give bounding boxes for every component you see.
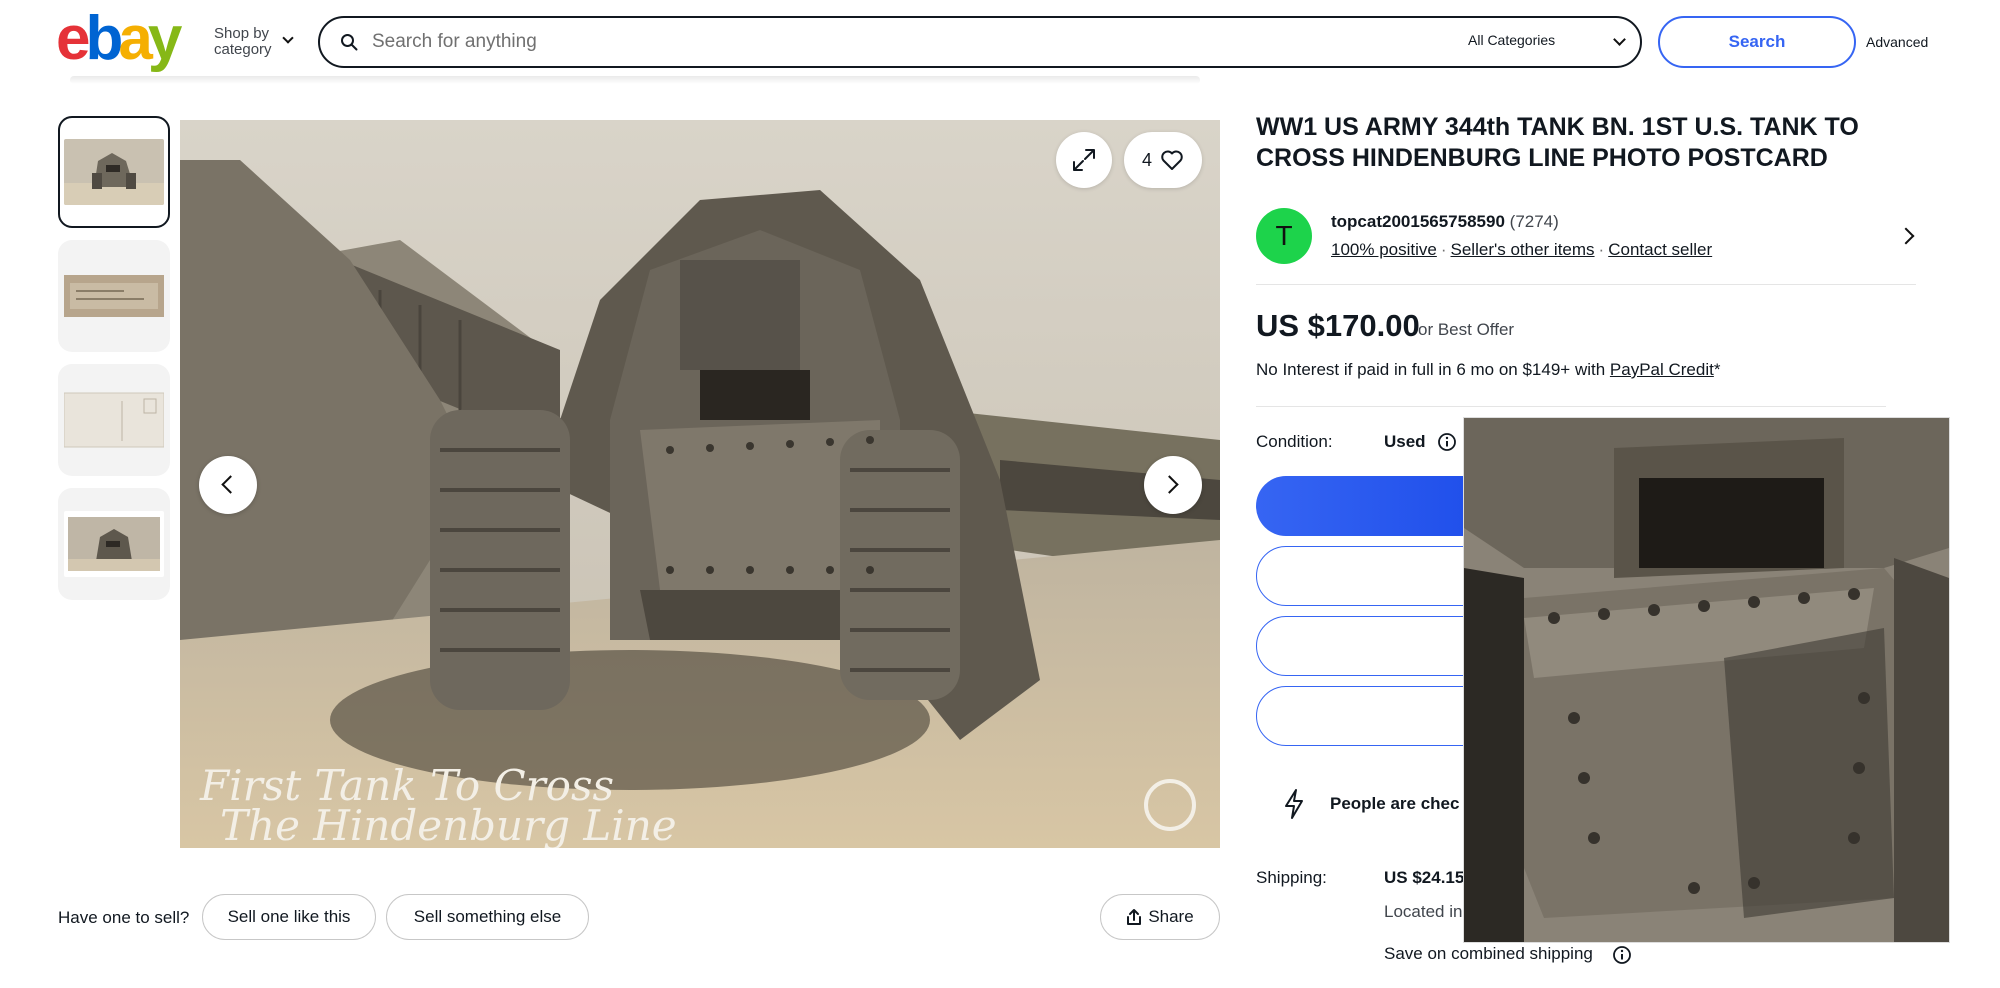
share-button[interactable]: Share xyxy=(1100,894,1220,940)
thumbnail-image xyxy=(64,511,164,577)
info-icon[interactable] xyxy=(1437,432,1457,452)
listing-title: WW1 US ARMY 344th TANK BN. 1ST U.S. TANK… xyxy=(1256,113,1859,172)
separator-dot: · xyxy=(1440,240,1447,259)
expand-image-button[interactable] xyxy=(1056,132,1112,188)
chevron-right-icon[interactable] xyxy=(1897,227,1915,245)
main-product-image[interactable]: First Tank To Cross The Hindenburg Line xyxy=(180,120,1220,848)
sell-something-else-button[interactable]: Sell something else xyxy=(386,894,589,940)
chevron-left-icon xyxy=(221,475,240,494)
share-label: Share xyxy=(1148,907,1194,926)
contact-seller-link[interactable]: Contact seller xyxy=(1608,240,1712,259)
financing-text: No Interest if paid in full in 6 mo on $… xyxy=(1256,360,1610,379)
financing-offer: No Interest if paid in full in 6 mo on $… xyxy=(1256,360,1720,380)
divider xyxy=(1256,284,1916,285)
image-zoom-overlay xyxy=(1464,418,1949,942)
item-price: US $170.00 xyxy=(1256,308,1420,343)
search-input[interactable] xyxy=(372,26,1372,58)
shipping-label: Shipping: xyxy=(1256,868,1327,887)
chevron-down-icon xyxy=(282,32,294,44)
chevron-down-icon xyxy=(1613,33,1626,46)
sellers-other-items-link[interactable]: Seller's other items xyxy=(1451,240,1595,259)
share-icon xyxy=(1127,909,1142,925)
item-location: Located in xyxy=(1384,902,1463,921)
info-icon[interactable] xyxy=(1612,945,1632,965)
chevron-right-icon xyxy=(1160,475,1179,494)
thumbnail-3[interactable] xyxy=(58,364,170,476)
condition-value: Used xyxy=(1384,432,1426,451)
divider xyxy=(1256,406,1886,407)
heart-icon xyxy=(1161,150,1183,170)
watch-button[interactable]: 4 xyxy=(1124,132,1202,188)
sell-one-like-this-button[interactable]: Sell one like this xyxy=(202,894,376,940)
shop-by-category-button[interactable]: Shop by category xyxy=(214,25,294,58)
advanced-search-link[interactable]: Advanced xyxy=(1866,34,1928,50)
seller-feedback-count[interactable]: (7274) xyxy=(1510,212,1559,231)
seller-name[interactable]: topcat2001565758590 (7274) xyxy=(1331,212,1559,232)
search-bar: All Categories xyxy=(318,16,1642,68)
next-image-button[interactable] xyxy=(1144,456,1202,514)
thumbnail-4[interactable] xyxy=(58,488,170,600)
positive-feedback-link[interactable]: 100% positive xyxy=(1331,240,1437,259)
expand-icon xyxy=(1073,149,1095,171)
search-icon xyxy=(341,34,358,51)
seller-avatar[interactable]: T xyxy=(1256,208,1312,264)
thumbnail-1[interactable] xyxy=(58,116,170,228)
seller-username[interactable]: topcat2001565758590 xyxy=(1331,212,1505,231)
combined-shipping-note: Save on combined shipping xyxy=(1384,944,1593,963)
best-offer-label: or Best Offer xyxy=(1418,320,1515,339)
photo-caption-line2: The Hindenburg Line xyxy=(220,801,677,848)
shop-by-label: Shop by xyxy=(214,25,270,42)
financing-asterisk: * xyxy=(1713,360,1721,379)
lightning-icon xyxy=(1285,789,1303,819)
category-select[interactable]: All Categories xyxy=(1468,32,1555,48)
people-checking-notice: People are chec xyxy=(1330,794,1460,813)
seller-links: 100% positive · Seller's other items · Conta… xyxy=(1331,240,1712,260)
header-divider xyxy=(70,76,1200,84)
thumbnail-image xyxy=(64,275,164,317)
thumbnail-2[interactable] xyxy=(58,240,170,352)
thumbnail-image xyxy=(64,392,164,448)
watch-count: 4 xyxy=(1141,149,1152,170)
tank-photo: First Tank To Cross The Hindenburg Line xyxy=(180,120,1220,848)
zoomed-tank-detail xyxy=(1464,418,1949,942)
shop-by-label-line2: category xyxy=(214,41,272,58)
thumbnail-image xyxy=(64,139,164,205)
separator-dot: · xyxy=(1598,240,1605,259)
previous-image-button[interactable] xyxy=(199,456,257,514)
have-one-to-sell-label: Have one to sell? xyxy=(58,908,190,927)
ebay-logo[interactable]: ebay xyxy=(56,8,182,70)
condition-label: Condition: xyxy=(1256,432,1333,451)
search-button[interactable]: Search xyxy=(1658,16,1856,68)
shipping-price: US $24.15 xyxy=(1384,868,1465,887)
paypal-credit-link[interactable]: PayPal Credit xyxy=(1610,360,1714,379)
